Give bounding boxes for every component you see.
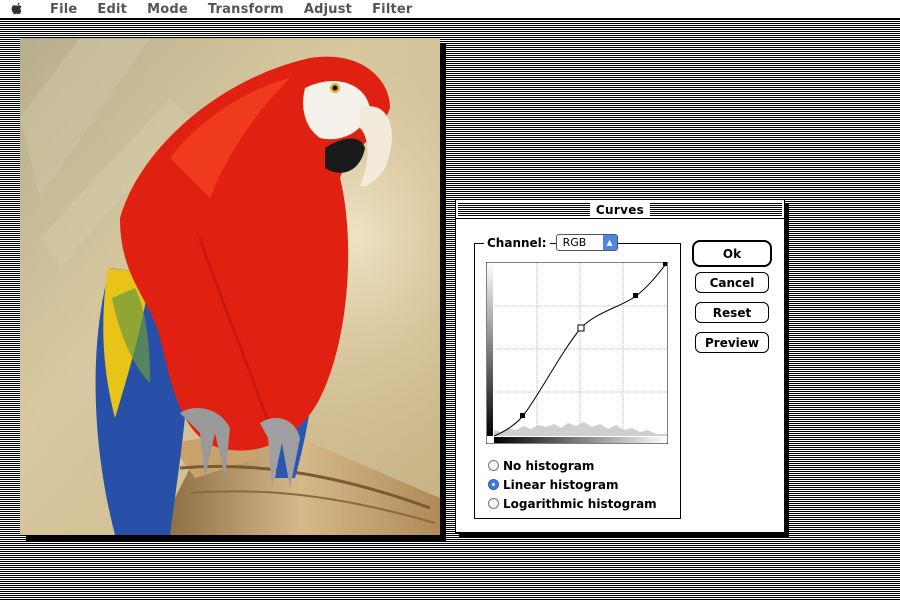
radio-no-histogram[interactable]: No histogram — [488, 456, 657, 475]
menu-edit[interactable]: Edit — [87, 2, 137, 17]
radio-button-selected[interactable] — [488, 479, 499, 490]
menu-mode[interactable]: Mode — [137, 2, 198, 17]
radio-label: Logarithmic histogram — [503, 496, 657, 511]
menu-bar: File Edit Mode Transform Adjust Filter — [0, 0, 900, 19]
menu-transform[interactable]: Transform — [198, 2, 294, 17]
channel-row: Channel: RGB ▲︎ — [484, 234, 618, 251]
menu-filter[interactable]: Filter — [362, 2, 422, 17]
curve-point-3[interactable] — [633, 293, 638, 298]
preview-button[interactable]: Preview — [695, 332, 769, 353]
curve-point-end[interactable] — [663, 262, 667, 266]
parrot-image — [20, 38, 440, 535]
channel-popup[interactable]: RGB ▲︎ — [555, 234, 618, 251]
dialog-title: Curves — [589, 203, 651, 217]
cancel-button[interactable]: Cancel — [695, 272, 769, 293]
output-gradient-bar — [487, 263, 493, 436]
dialog-titlebar[interactable]: Curves — [458, 202, 782, 217]
title-divider — [456, 218, 784, 219]
radio-linear-histogram[interactable]: Linear histogram — [488, 475, 657, 494]
radio-logarithmic-histogram[interactable]: Logarithmic histogram — [488, 494, 657, 513]
ok-button[interactable]: Ok — [692, 240, 772, 267]
histogram-options: No histogram Linear histogram Logarithmi… — [488, 456, 657, 513]
channel-label: Channel: — [484, 235, 550, 250]
graph-frame — [486, 262, 668, 444]
apple-logo-icon — [11, 2, 22, 14]
curve-point-1[interactable] — [520, 413, 525, 418]
radio-label: No histogram — [503, 458, 595, 473]
apple-menu[interactable] — [0, 2, 34, 17]
radio-button[interactable] — [488, 460, 499, 471]
curves-dialog: Curves Channel: RGB ▲︎ No histogram Line… — [455, 199, 785, 533]
popup-arrows-icon: ▲︎ — [602, 235, 617, 250]
reset-button[interactable]: Reset — [695, 302, 769, 323]
curve-graph[interactable] — [486, 262, 668, 444]
photo-canvas[interactable] — [20, 38, 440, 535]
menu-file[interactable]: File — [34, 2, 87, 17]
radio-label: Linear histogram — [503, 477, 619, 492]
input-gradient-bar — [494, 437, 667, 443]
radio-button[interactable] — [488, 498, 499, 509]
channel-value: RGB — [562, 236, 587, 249]
curve-point-selected[interactable] — [577, 324, 585, 332]
menu-adjust[interactable]: Adjust — [294, 2, 362, 17]
